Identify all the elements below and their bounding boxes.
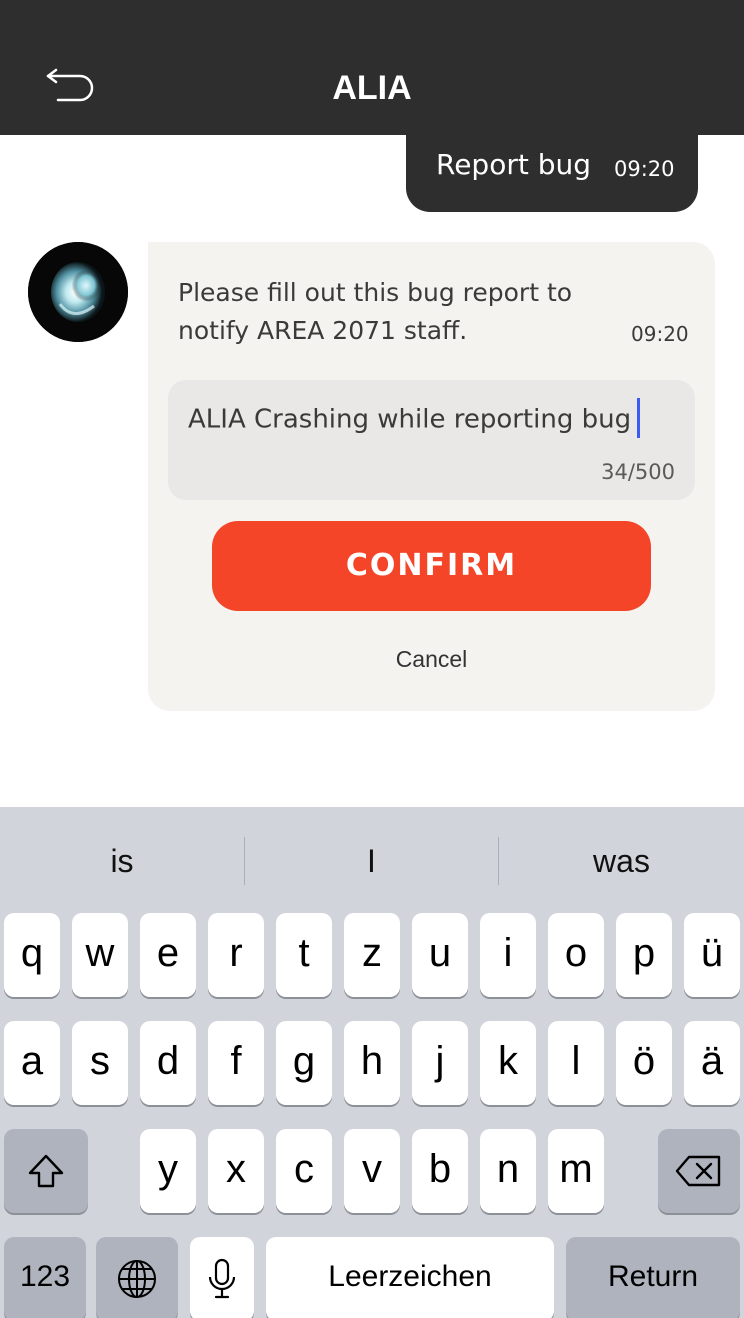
key-b[interactable]: b [412,1129,468,1213]
key-o-umlaut[interactable]: ö [616,1021,672,1105]
key-t[interactable]: t [276,913,332,997]
top-bar: ALIA [0,0,744,135]
suggestion-bar: is I was [0,807,744,913]
key-a-umlaut[interactable]: ä [684,1021,740,1105]
key-o[interactable]: o [548,913,604,997]
key-x[interactable]: x [208,1129,264,1213]
key-n[interactable]: n [480,1129,536,1213]
user-message-bubble: Report bug 09:20 [406,135,698,212]
delete-icon [675,1155,721,1187]
suggestion-2[interactable]: I [245,835,498,887]
microphone-key[interactable] [190,1237,254,1318]
bug-description-value[interactable]: ALIA Crashing while reporting bug [188,398,641,440]
key-s[interactable]: s [72,1021,128,1105]
cancel-button[interactable]: Cancel [148,646,715,673]
return-key[interactable]: Return [566,1237,740,1318]
numbers-key[interactable]: 123 [4,1237,86,1318]
key-r[interactable]: r [208,913,264,997]
suggestion-3[interactable]: was [499,835,744,887]
space-key[interactable]: Leerzeichen [266,1237,554,1318]
key-z[interactable]: z [344,913,400,997]
page-title: ALIA [332,69,412,107]
suggestion-1[interactable]: is [0,835,244,887]
bot-message-text: Please fill out this bug report to notif… [178,278,573,345]
delete-key[interactable] [658,1129,740,1213]
alia-orb-avatar [28,242,128,342]
key-d[interactable]: d [140,1021,196,1105]
microphone-icon [208,1258,236,1299]
user-message-text: Report bug [436,148,592,181]
key-c[interactable]: c [276,1129,332,1213]
key-a[interactable]: a [4,1021,60,1105]
key-u[interactable]: u [412,913,468,997]
key-v[interactable]: v [344,1129,400,1213]
bot-message-time: 09:20 [631,322,689,346]
key-j[interactable]: j [412,1021,468,1105]
key-f[interactable]: f [208,1021,264,1105]
bug-description-text: ALIA Crashing while reporting bug [188,404,632,435]
key-u-umlaut[interactable]: ü [684,913,740,997]
key-q[interactable]: q [4,913,60,997]
shift-key[interactable] [4,1129,88,1213]
user-message-time: 09:20 [614,157,675,181]
on-screen-keyboard: is I was q w e r t z u i o p ü a s d f g… [0,807,744,1318]
bug-report-card: Please fill out this bug report to notif… [148,242,715,711]
key-m[interactable]: m [548,1129,604,1213]
key-h[interactable]: h [344,1021,400,1105]
globe-key[interactable] [96,1237,178,1318]
key-k[interactable]: k [480,1021,536,1105]
key-p[interactable]: p [616,913,672,997]
key-g[interactable]: g [276,1021,332,1105]
bug-description-input[interactable]: ALIA Crashing while reporting bug 34/500 [168,380,695,500]
key-e[interactable]: e [140,913,196,997]
confirm-button[interactable]: CONFIRM [212,521,651,611]
key-i[interactable]: i [480,913,536,997]
key-y[interactable]: y [140,1129,196,1213]
character-counter: 34/500 [601,460,675,484]
avatar [28,242,128,342]
key-l[interactable]: l [548,1021,604,1105]
key-w[interactable]: w [72,913,128,997]
text-caret [637,398,641,438]
shift-icon [28,1154,64,1188]
globe-icon [118,1260,156,1298]
